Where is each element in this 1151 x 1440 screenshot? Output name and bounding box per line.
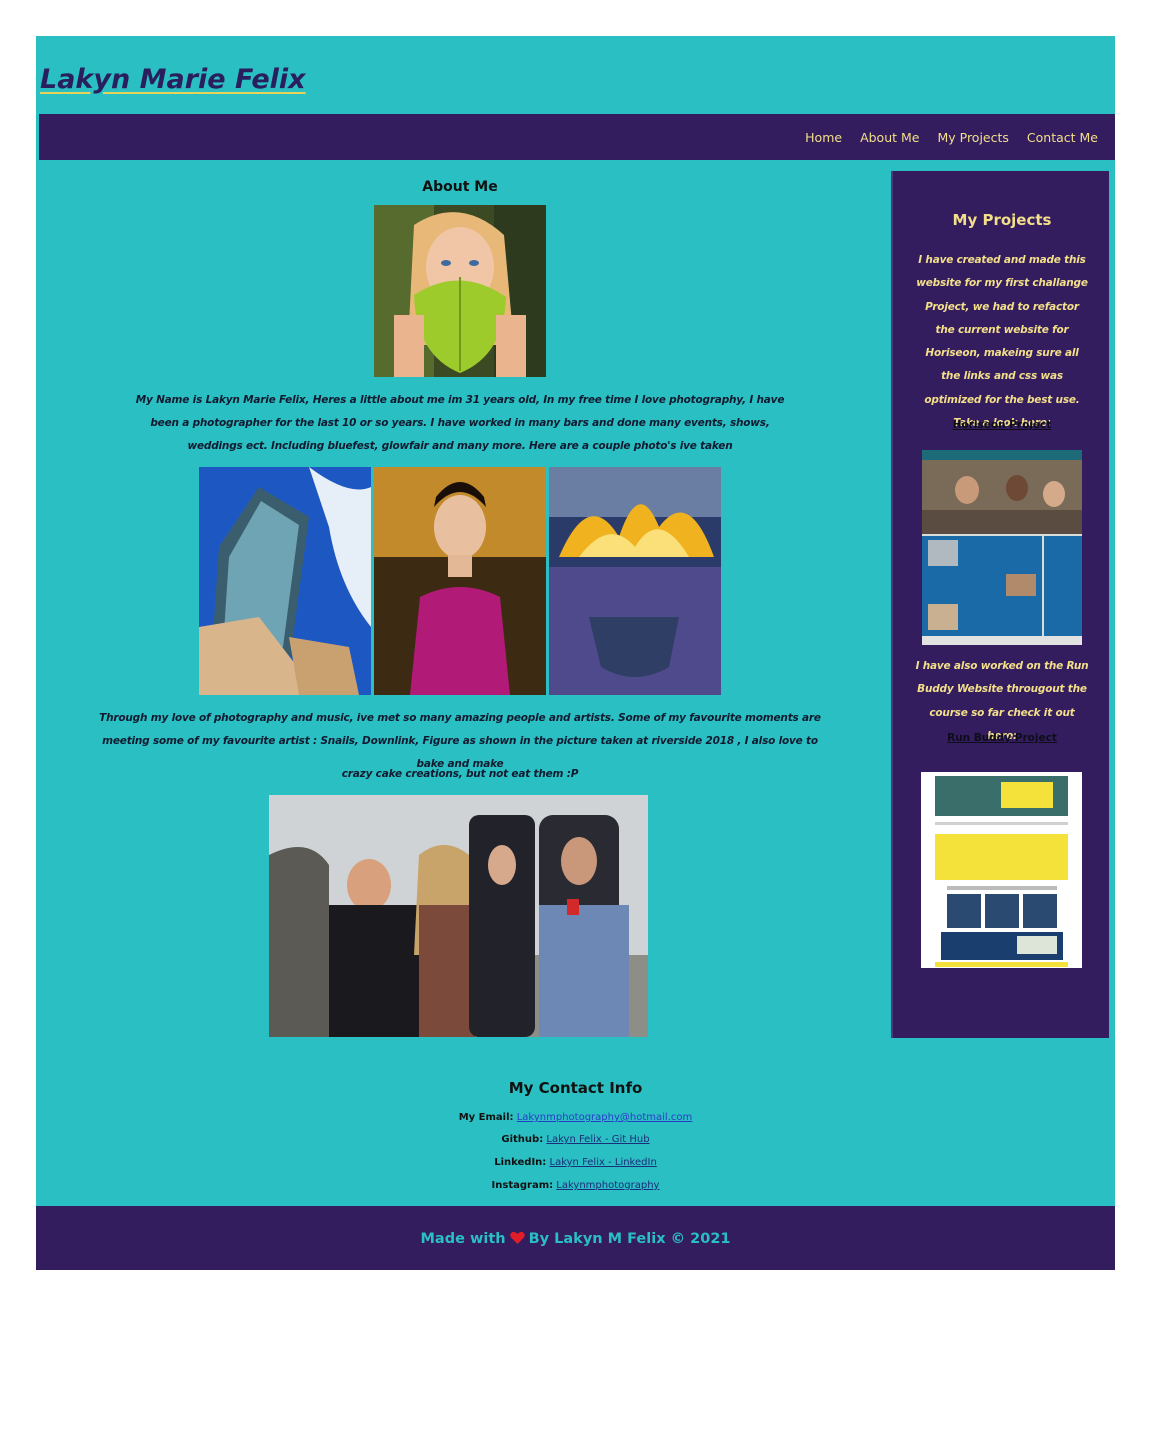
sidebar-title: My Projects <box>952 211 1052 229</box>
gallery-photo-flame <box>549 467 721 695</box>
footer-text: Made with By Lakyn M Felix © 2021 <box>36 1231 1115 1247</box>
contact-linkedin-link[interactable]: Lakyn Felix - LinkedIn <box>550 1157 657 1168</box>
heart-icon <box>509 1231 525 1245</box>
nav-home-link[interactable]: Home <box>805 130 842 145</box>
contact-linkedin-row: LinkedIn: Lakyn Felix - LinkedIn <box>36 1157 1115 1168</box>
site-title[interactable]: Lakyn Marie Felix <box>40 64 306 95</box>
contact-email-row: My Email: Lakynmphotography@hotmail.com <box>36 1112 1115 1123</box>
about-paragraph-1: My Name is Lakyn Marie Felix, Heres a li… <box>135 394 785 452</box>
footer-suffix: By Lakyn M Felix © 2021 <box>528 1231 731 1247</box>
profile-photo <box>374 205 546 377</box>
projects-sidebar: My Projects I have created and made this… <box>891 171 1109 1038</box>
nav-projects-link[interactable]: My Projects <box>937 130 1008 145</box>
footer: Made with By Lakyn M Felix © 2021 <box>36 1206 1115 1270</box>
contact-instagram-link[interactable]: Lakynmphotography <box>556 1180 659 1191</box>
contact-email-label: My Email: <box>458 1112 514 1123</box>
contact-github-link[interactable]: Lakyn Felix - Git Hub <box>546 1134 649 1145</box>
contact-instagram-row: Instagram: Lakynmphotography <box>36 1180 1115 1191</box>
about-paragraph-3: crazy cake creations, but not eat them :… <box>341 768 579 780</box>
contact-email-link[interactable]: Lakynmphotography@hotmail.com <box>517 1112 693 1123</box>
contact-instagram-label: Instagram: <box>491 1180 554 1191</box>
nav-contact-link[interactable]: Contact Me <box>1027 130 1098 145</box>
gallery-photo-building <box>199 467 371 695</box>
gallery-photo-portrait <box>374 467 546 695</box>
sidebar-text-1: I have created and made this website for… <box>916 254 1088 430</box>
navbar: Home About Me My Projects Contact Me <box>39 114 1115 160</box>
contact-heading: My Contact Info <box>508 1079 643 1097</box>
nav-about-link[interactable]: About Me <box>860 130 919 145</box>
horiseon-screenshot[interactable] <box>922 450 1082 645</box>
nav-links: Home About Me My Projects Contact Me <box>805 130 1098 145</box>
run-buddy-screenshot[interactable] <box>921 772 1082 968</box>
about-heading: About Me <box>422 179 498 195</box>
horiseon-project-link[interactable]: Horiseon Project <box>893 419 1111 431</box>
page-container: Lakyn Marie Felix Home About Me My Proje… <box>36 36 1115 1270</box>
contact-github-row: Github: Lakyn Felix - Git Hub <box>36 1134 1115 1145</box>
footer-prefix: Made with <box>420 1231 506 1247</box>
run-buddy-project-link[interactable]: Run Buddy Project <box>893 732 1111 744</box>
contact-github-label: Github: <box>501 1134 544 1145</box>
group-photo <box>269 795 648 1037</box>
contact-linkedin-label: LinkedIn: <box>494 1157 547 1168</box>
